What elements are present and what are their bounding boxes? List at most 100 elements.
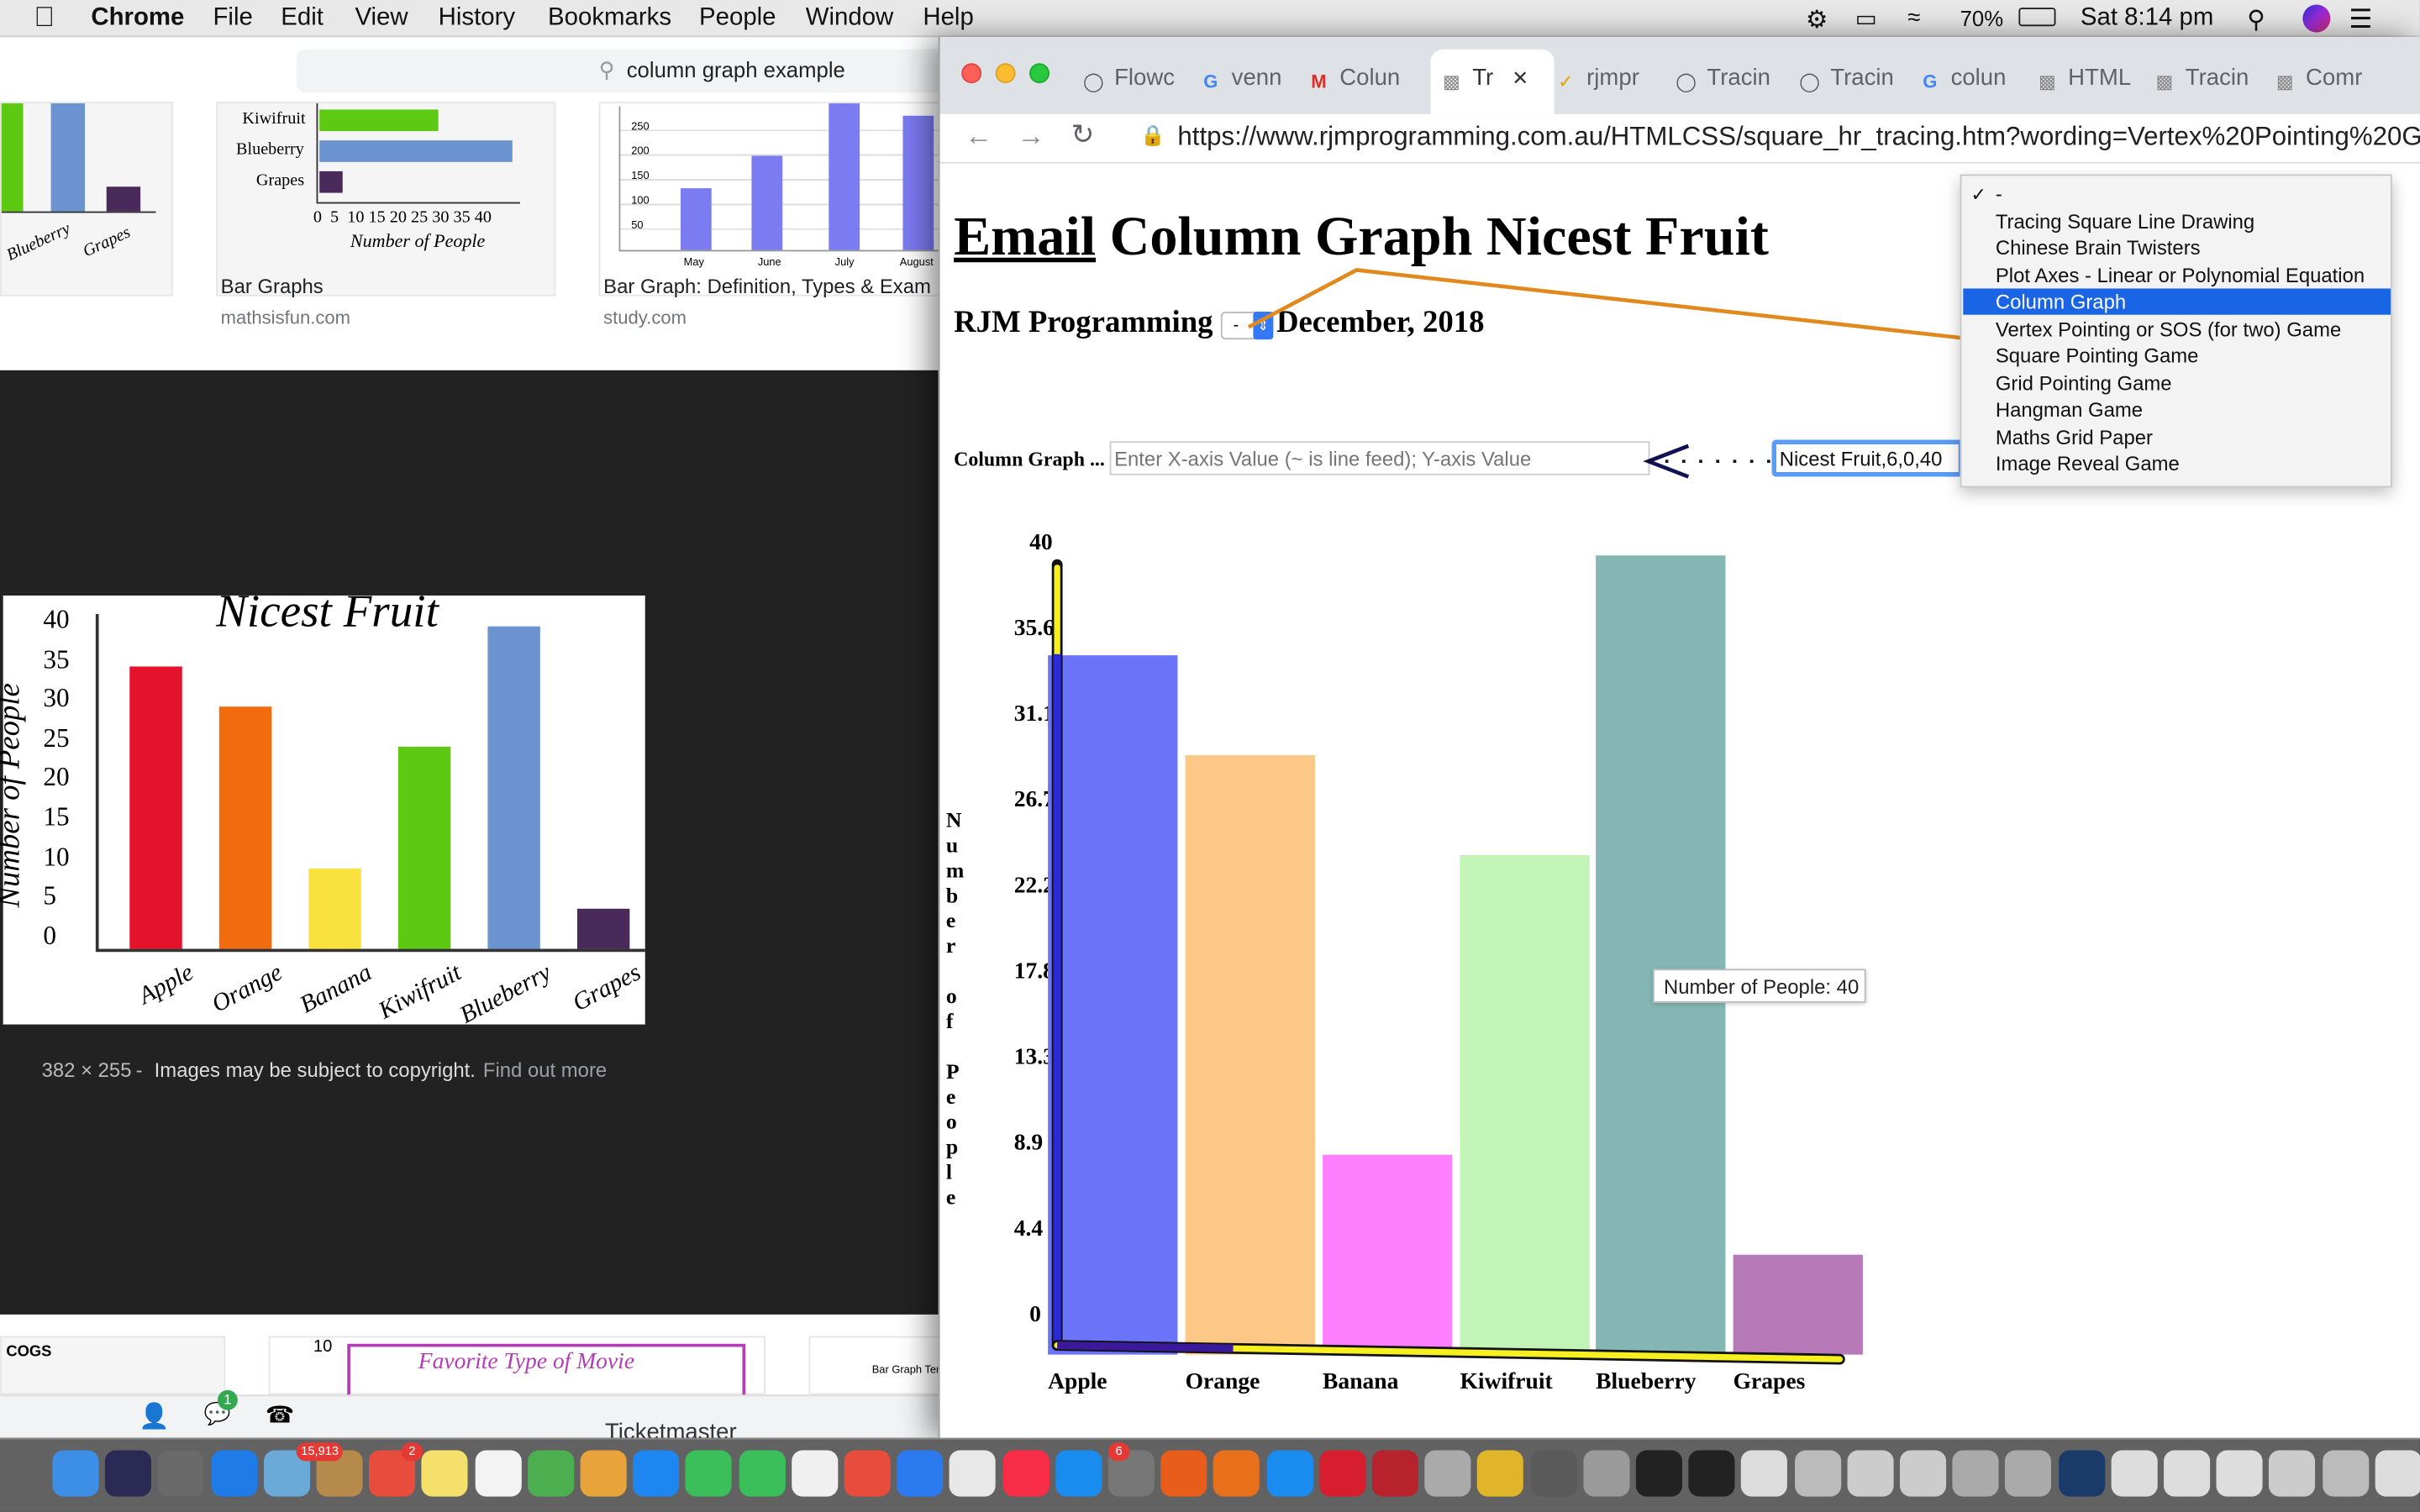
dropdown-option[interactable]: Vertex Pointing or SOS (for two) Game [1963, 316, 2391, 342]
result-source[interactable]: mathsisfun.com [221, 307, 350, 329]
battery-icon[interactable] [2018, 8, 2056, 27]
dock-app-icon[interactable] [52, 1450, 99, 1497]
dropdown-option[interactable]: Image Reveal Game [1963, 450, 2391, 476]
menu-window[interactable]: Window [806, 5, 894, 33]
dock-app-icon[interactable] [105, 1450, 152, 1497]
dropdown-option[interactable]: - [1963, 181, 2391, 207]
dock-app-icon[interactable] [1371, 1450, 1418, 1497]
dock-app-icon[interactable] [844, 1450, 891, 1497]
preview-image[interactable]: Nicest Fruit Number of People 40 35 30 25 20… [0, 586, 645, 1029]
dropdown-option[interactable]: Grid Pointing Game [1963, 370, 2391, 396]
bar-grapes[interactable] [1733, 1254, 1863, 1355]
reload-icon[interactable]: ↻ [1071, 118, 1095, 151]
apple-menu-icon[interactable]:  [34, 2, 55, 34]
dock-app-icon[interactable] [633, 1450, 680, 1497]
browser-tab[interactable]: ✓ rjmpr [1555, 65, 1665, 102]
dock-app-icon[interactable] [1952, 1450, 1999, 1497]
dock-app-icon[interactable] [1477, 1450, 1524, 1497]
dock-app-icon[interactable] [2269, 1450, 2316, 1497]
url-field[interactable]: https://www.rjmprogramming.com.au/HTMLCS… [1177, 122, 2420, 153]
dropdown-option[interactable]: Plot Axes - Linear or Polynomial Equatio… [1963, 261, 2391, 287]
result-title[interactable]: Bar Graphs [221, 275, 324, 298]
dock-app-icon[interactable] [1899, 1450, 1947, 1497]
dock-app-icon[interactable] [686, 1450, 733, 1497]
forward-icon[interactable]: → [1017, 120, 1044, 153]
dock-app-icon[interactable] [2322, 1450, 2369, 1497]
thumbnail-movie[interactable]: 10 Favorite Type of Movie [268, 1336, 766, 1399]
back-icon[interactable]: ← [965, 120, 992, 153]
result-title[interactable]: Bar Graph: Definition, Types & Exam [603, 275, 931, 298]
graph-spec-input[interactable] [1771, 439, 1964, 477]
bar-orange[interactable] [1185, 755, 1315, 1355]
thumbnail-cogs[interactable]: COGS [0, 1336, 226, 1395]
dock-app-icon[interactable] [897, 1450, 944, 1497]
dock-app-icon[interactable] [1688, 1450, 1735, 1497]
menu-help[interactable]: Help [923, 5, 973, 33]
back-address-bar[interactable]: ⚲ column graph example [296, 49, 945, 93]
dropdown-option[interactable]: Maths Grid Paper [1963, 423, 2391, 449]
dropdown-option[interactable]: Square Pointing Game [1963, 343, 2391, 369]
browser-tab[interactable]: ◯ Tracin [1798, 65, 1909, 102]
menu-app-name[interactable]: Chrome [91, 5, 184, 33]
dock-app-icon[interactable] [1794, 1450, 1841, 1497]
browser-tab[interactable]: ◯ Tracin [1675, 65, 1786, 102]
menu-people[interactable]: People [699, 5, 776, 33]
wifi-icon[interactable]: ≈ [1907, 5, 1920, 31]
thumbnail-partial[interactable]: Blueberry Grapes [0, 102, 173, 297]
email-link[interactable]: Email [954, 205, 1096, 266]
menu-view[interactable]: View [355, 5, 408, 33]
dock-app-icon[interactable] [2111, 1450, 2158, 1497]
dock-app-icon[interactable] [2216, 1450, 2263, 1497]
person-icon[interactable]: 👤 [139, 1401, 170, 1432]
airplay-icon[interactable]: ▭ [1855, 5, 1877, 32]
browser-tab[interactable]: ▩ HTML [2036, 65, 2147, 102]
browser-tab[interactable]: Gcolun [1918, 65, 2029, 102]
dock-app-icon[interactable] [2058, 1450, 2105, 1497]
bar-banana[interactable] [1323, 1154, 1453, 1355]
browser-tab[interactable]: Gvenn [1199, 65, 1310, 102]
menu-bookmarks[interactable]: Bookmarks [548, 5, 671, 33]
close-tab-icon[interactable]: ✕ [1512, 66, 1528, 90]
dock-app-icon[interactable] [1160, 1450, 1207, 1497]
zoom-window-button[interactable] [1029, 63, 1050, 84]
dock-app-icon[interactable] [1002, 1450, 1050, 1497]
thumbnail-bar-graphs[interactable]: Kiwifruit Blueberry Grapes 0 5 10 15 20 … [216, 102, 556, 297]
dock-app-icon[interactable] [158, 1450, 205, 1497]
browser-tab[interactable]: ▩ Tracin [2153, 65, 2264, 102]
dock-app-icon[interactable] [950, 1450, 997, 1497]
find-out-more-link[interactable]: Find out more [483, 1058, 607, 1082]
dock-app-icon[interactable] [791, 1450, 838, 1497]
dropdown-option[interactable]: Tracing Square Line Drawing [1963, 207, 2391, 234]
dock-app-icon[interactable] [210, 1450, 257, 1497]
browser-tab[interactable]: ◯ Flowc [1082, 65, 1193, 102]
xy-value-input[interactable] [1109, 441, 1650, 475]
menu-edit[interactable]: Edit [281, 5, 324, 33]
thumbnail-template[interactable]: Bar Graph Tem [808, 1336, 945, 1395]
bar-kiwifruit[interactable] [1460, 854, 1590, 1355]
dock-app-icon[interactable] [1055, 1450, 1102, 1497]
minimize-window-button[interactable] [995, 63, 1016, 84]
dock-app-icon[interactable] [422, 1450, 469, 1497]
clock[interactable]: Sat 8:14 pm [2081, 5, 2213, 33]
dock-app-icon[interactable] [1741, 1450, 1788, 1497]
dock-app-icon[interactable] [2375, 1450, 2420, 1497]
dock-app-icon[interactable] [1847, 1450, 1894, 1497]
dropdown-option[interactable]: Chinese Brain Twisters [1963, 234, 2391, 260]
menu-file[interactable]: File [213, 5, 252, 33]
dock-app-icon[interactable] [580, 1450, 627, 1497]
close-window-button[interactable] [961, 63, 982, 84]
dock-app-icon[interactable] [1635, 1450, 1683, 1497]
browser-tab[interactable]: ▩ Comr [2273, 65, 2384, 102]
siri-icon[interactable] [2302, 4, 2331, 33]
dock-app-icon[interactable] [2164, 1450, 2211, 1497]
notification-center-icon[interactable]: ☰ [2349, 5, 2372, 36]
dropdown-option[interactable]: Column Graph [1963, 288, 2391, 315]
phone-icon[interactable]: ☎ [266, 1401, 294, 1429]
dropdown-option[interactable]: Hangman Game [1963, 396, 2391, 423]
spotlight-icon[interactable]: ⚲ [2247, 5, 2265, 36]
dock-app-icon[interactable] [2005, 1450, 2052, 1497]
dock-app-icon[interactable] [1530, 1450, 1577, 1497]
dock-app-icon[interactable] [1213, 1450, 1260, 1497]
thumbnail-study[interactable]: 250 200 150 100 50 May June July August [598, 102, 945, 297]
status-app-icon[interactable]: ⚙ [1806, 5, 1828, 36]
